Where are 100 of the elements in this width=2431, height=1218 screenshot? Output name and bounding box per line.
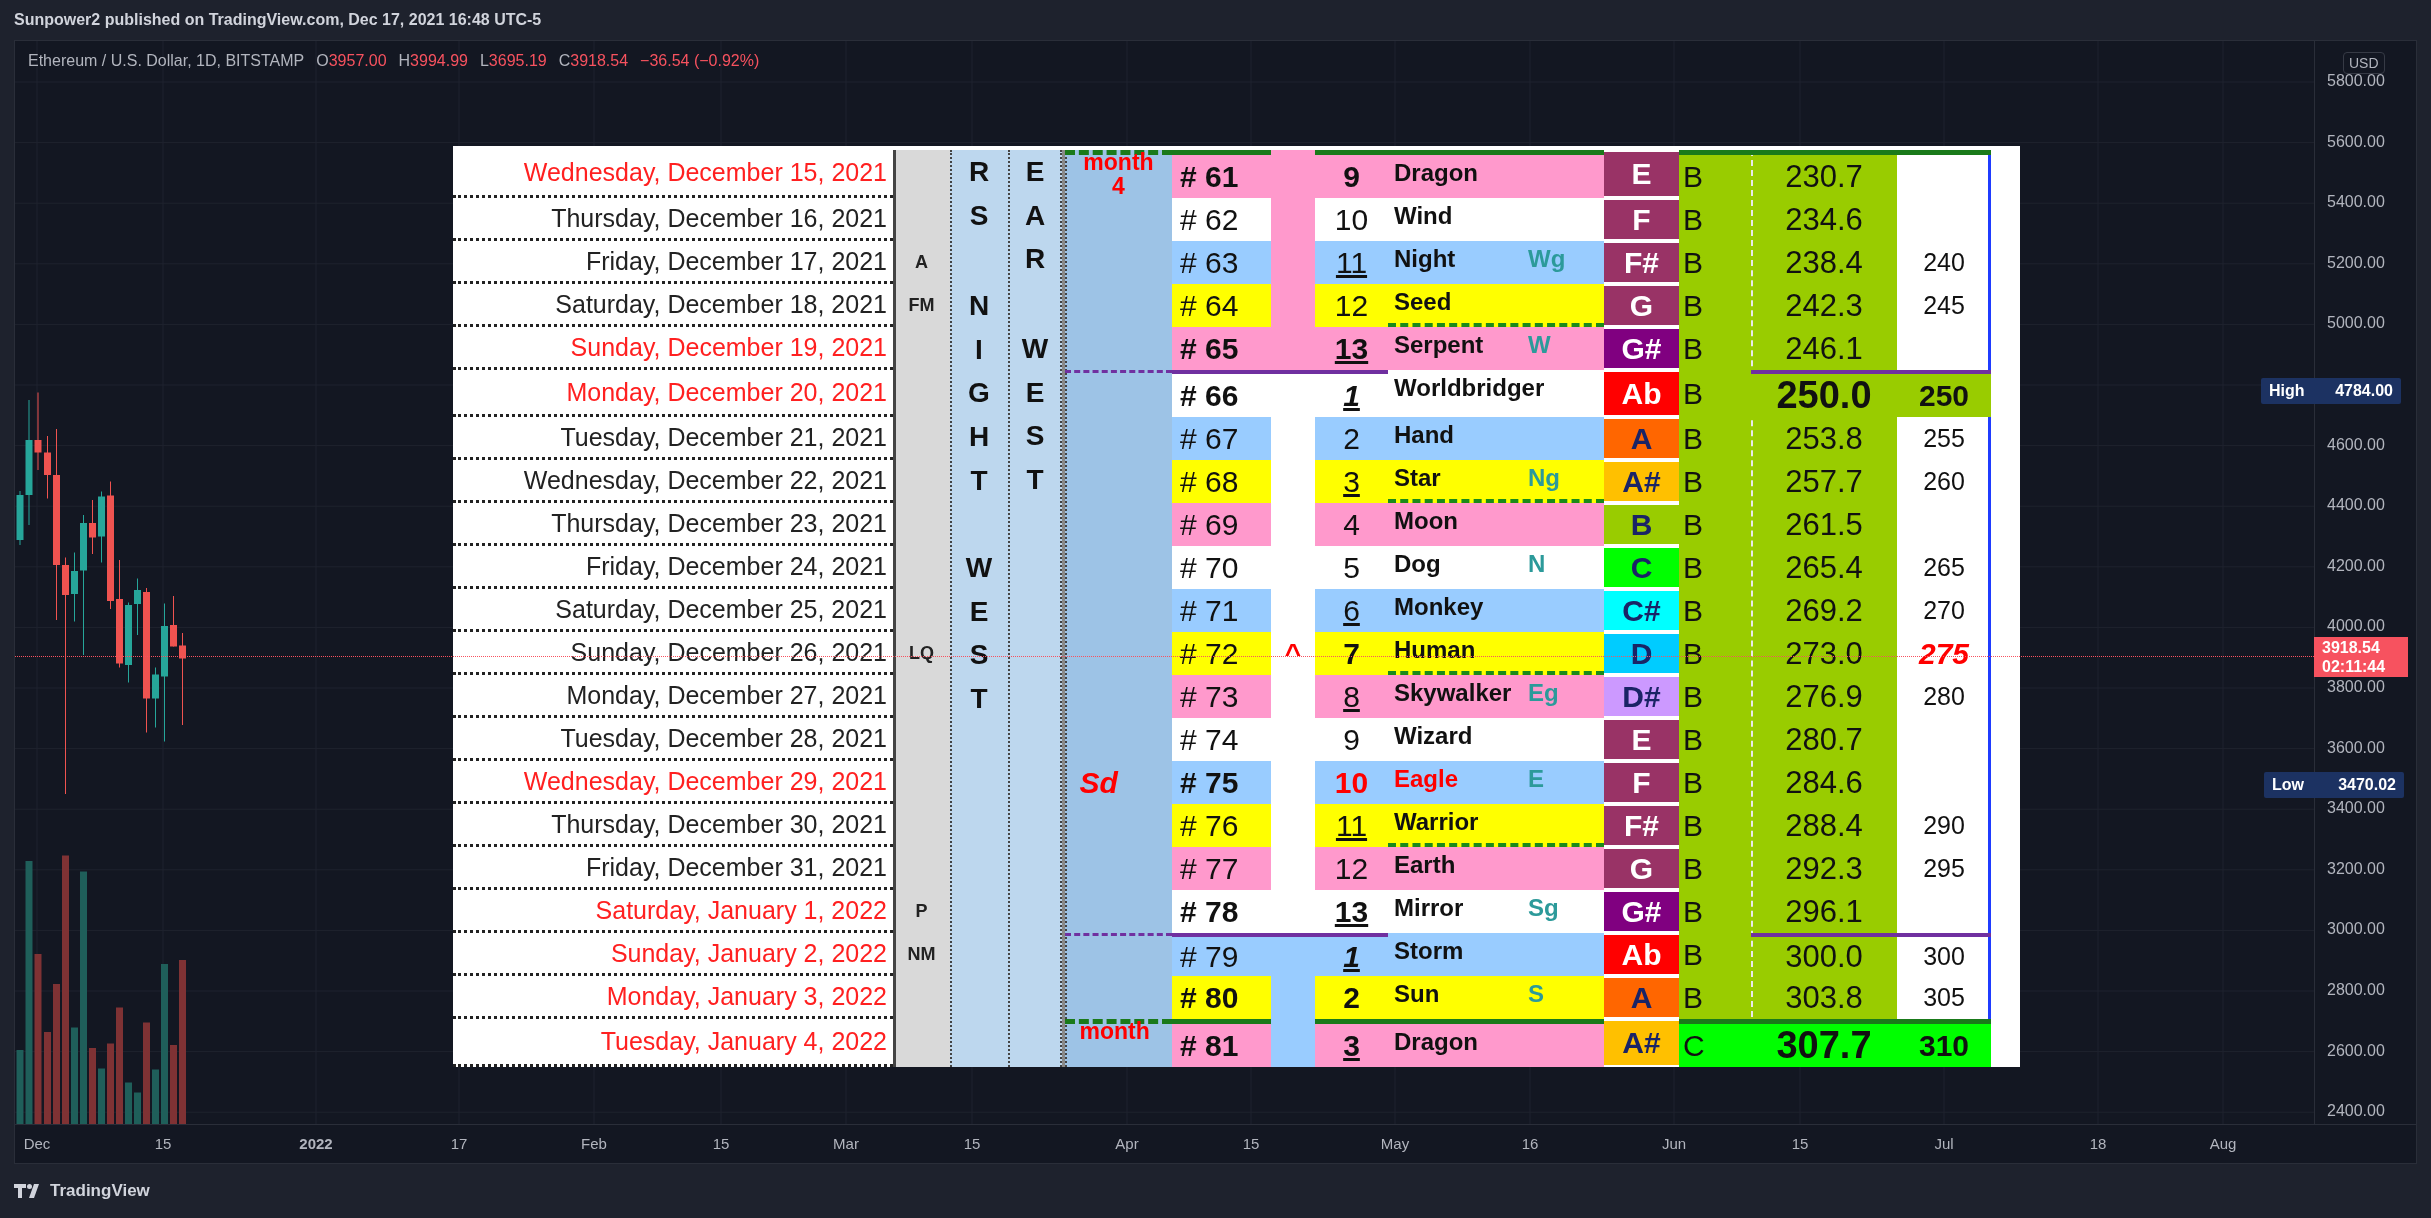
note-cell: F [1604,200,1679,239]
tag-label: S [1528,980,1544,1008]
day-number-cell: # 75 [1172,761,1271,804]
price-label: 3200.00 [2327,859,2385,878]
note-cell: F# [1604,243,1679,282]
note-cell: G# [1604,892,1679,931]
target-cell-text: 260 [1922,466,1966,497]
ohlc-value: H3994.99 [398,52,468,70]
name-label: Dragon [1394,1028,1479,1056]
letter-cell-text: B [1682,893,1704,930]
tone-number-cell: 9 [1315,150,1388,198]
day-number-cell: # 72 [1172,632,1271,675]
name-label: Seed [1394,288,1453,316]
name-label: Wizard [1394,722,1474,750]
time-label: 18 [2089,1135,2107,1152]
price-label: 2600.00 [2327,1041,2385,1060]
tone-number-cell: 10 [1315,761,1388,804]
value-cell-text: 234.6 [1784,200,1864,239]
volume-bar [98,1068,105,1124]
tone-number-cell: 3 [1315,460,1388,503]
day-number-cell: # 79 [1172,933,1271,976]
day-number-cell: # 65 [1172,327,1271,370]
letter-cell-text: B [1682,201,1704,238]
time-label: Feb [581,1135,607,1152]
moon-phase-label: FM [908,294,935,317]
target-cell-text: 280 [1922,681,1966,712]
day-number-cell: # 61 [1172,150,1271,198]
target-cell-text: 290 [1922,810,1966,841]
note-cell: E [1604,152,1679,196]
note-cell: D [1604,634,1679,673]
value-cell-text: 261.5 [1784,505,1864,544]
note-cell: F# [1604,806,1679,845]
ohlc-value: L3695.19 [479,52,547,70]
candle [71,552,78,622]
name-label: Dog [1394,550,1442,578]
tone-number-cell: 3 [1315,1019,1388,1067]
tag-label: Sg [1528,894,1559,922]
price-label: 4200.00 [2327,556,2385,575]
tone-number-cell: 4 [1315,503,1388,546]
value-cell-text: 269.2 [1784,591,1864,630]
tone-number-cell: 11 [1315,804,1388,847]
price-label: 5600.00 [2327,132,2385,151]
letter-cell-text: B [1682,330,1704,367]
name-label: Star [1394,464,1442,492]
marker-label: High [2269,382,2305,400]
note-cell: D# [1604,677,1679,716]
letter-cell-text: B [1682,807,1704,844]
target-cell-text: 305 [1922,982,1966,1013]
target-cell-text: 295 [1922,853,1966,884]
value-cell: 230.7 [1751,150,1897,198]
tone-number-cell: 7 [1315,632,1388,675]
value-cell-text: 246.1 [1784,329,1864,368]
tag-label: W [1528,331,1551,359]
tag-label: E [1528,765,1544,793]
letter-cell: B [1679,150,1751,198]
day-number-cell: # 76 [1172,804,1271,847]
letter-cell-text: B [1682,850,1704,887]
target-cell-text: 270 [1922,595,1966,626]
brand-name[interactable]: TradingView [50,1181,150,1201]
price-label: 3800.00 [2327,678,2385,696]
letter-cell-text: B [1682,721,1704,758]
time-label: 16 [1521,1135,1539,1152]
price-label: 5000.00 [2327,314,2385,333]
target-cell-text: 265 [1922,552,1966,583]
name-label: Serpent [1394,331,1485,359]
price-label: 2800.00 [2327,981,2385,999]
tone-number-cell: 12 [1315,847,1388,890]
time-label: 15 [963,1135,981,1152]
note-cell: A# [1604,462,1679,501]
price-label: 4000.00 [2327,617,2385,636]
price-label: 5200.00 [2327,253,2385,272]
name-label: Wind [1394,202,1454,230]
note-cell: E [1604,720,1679,759]
tag-label: Wg [1528,245,1566,273]
price-label: 5400.00 [2327,193,2385,212]
tone-number-cell: 12 [1315,284,1388,327]
tone-number-cell: 6 [1315,589,1388,632]
tone-number-cell: 8 [1315,675,1388,718]
time-label: May [1380,1135,1410,1152]
moon-phase-label: NM [907,943,936,966]
day-number-cell: # 71 [1172,589,1271,632]
name-label: Earth [1394,851,1457,879]
side-label: month [1079,1019,1151,1043]
name-label: Night [1394,245,1457,273]
note-cell: A# [1604,1021,1679,1065]
day-number-cell: # 81 [1172,1019,1271,1067]
vertical-label: RS [967,155,991,233]
target-cell-text: 275 [1917,635,1971,672]
day-number-cell: # 68 [1172,460,1271,503]
target-cell: 300 [1897,933,1991,976]
tone-number-cell: 13 [1315,327,1388,370]
marker-value: 4784.00 [2335,382,2393,400]
time-label: 15 [712,1135,730,1152]
currency-button[interactable]: USD [2343,52,2385,74]
letter-cell-text: B [1682,678,1704,715]
value-cell-text: 276.9 [1784,677,1864,716]
name-label: Worldbridger [1394,374,1545,402]
tag-label: N [1528,550,1546,578]
note-cell: G# [1604,329,1679,368]
value-cell-text: 242.3 [1784,286,1864,325]
